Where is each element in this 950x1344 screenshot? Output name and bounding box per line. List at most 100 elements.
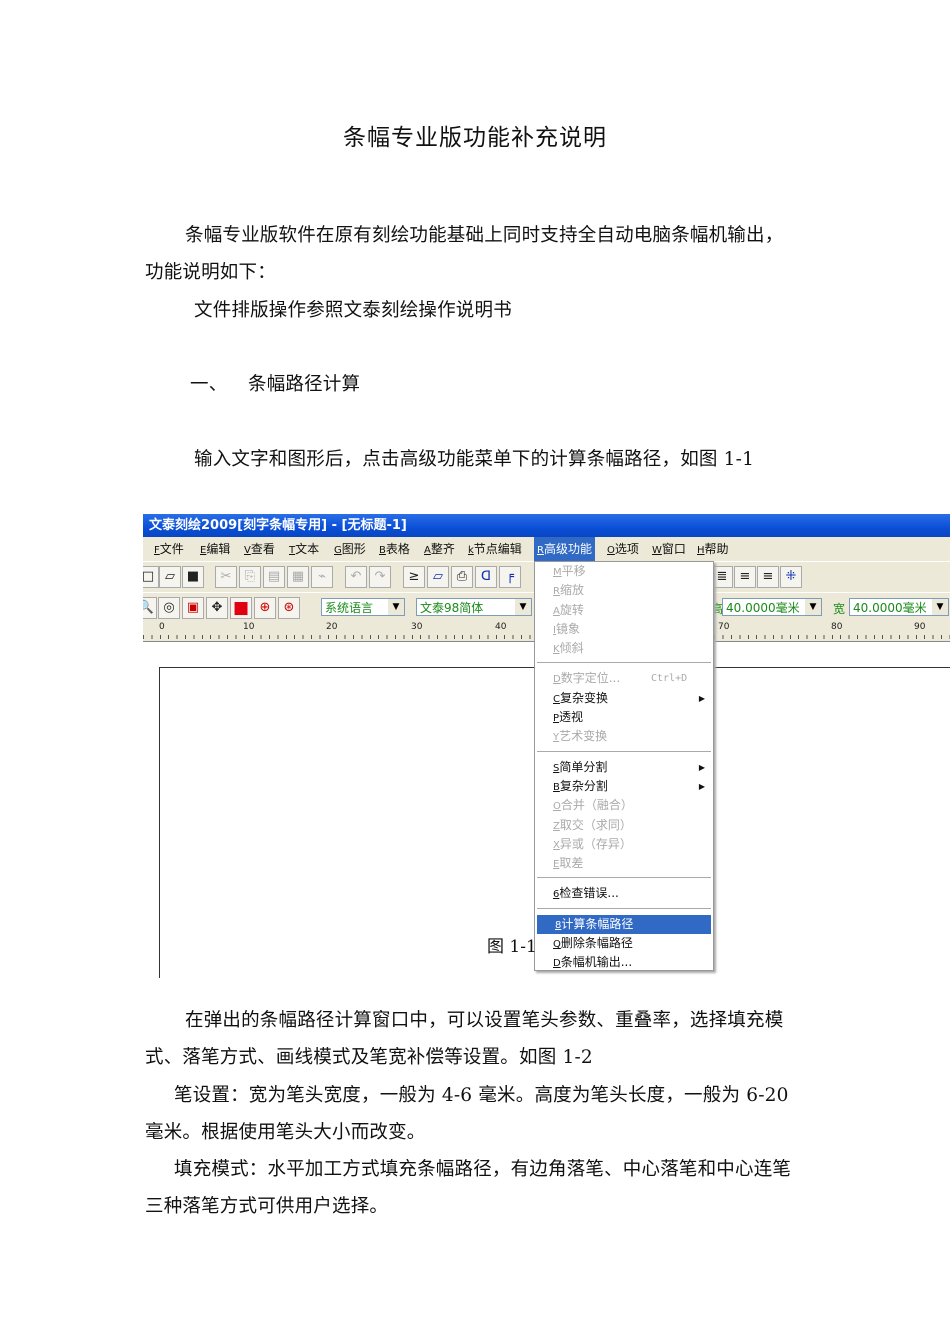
copy-icon[interactable]: ⎘	[239, 566, 261, 588]
dropdown-item[interactable]: P透视	[535, 708, 713, 727]
dropdown-item[interactable]: K倾斜	[535, 639, 713, 658]
dropdown-item[interactable]: I镜象	[535, 620, 713, 639]
menu-mnemonic: D	[553, 674, 561, 686]
font-select[interactable]: 文泰98简体 ▼	[416, 598, 532, 616]
height-input[interactable]: 40.0000毫米 ▼	[722, 598, 822, 616]
dropdown-item[interactable]: X异或（存异）	[535, 835, 713, 854]
menu-7[interactable]: k节点编辑	[465, 537, 525, 563]
paste-icon[interactable]: ▤	[263, 566, 285, 588]
paste-special-icon[interactable]: ▦	[287, 566, 309, 588]
menu-item-label: 倾斜	[559, 641, 584, 656]
menu-label: 文件	[159, 542, 184, 556]
dropdown-item[interactable]: S简单分割 ▶	[535, 758, 713, 777]
dropdown-item[interactable]: Y艺术变换	[535, 727, 713, 746]
menu-label: 帮助	[704, 542, 729, 556]
menu-item-label: 平移	[561, 564, 586, 578]
paragraph-line: 在弹出的条幅路径计算窗口中，可以设置笔头参数、重叠率，选择填充模	[185, 1010, 784, 1031]
paragraph-line: 功能说明如下：	[145, 262, 276, 283]
menu-mnemonic: O	[607, 545, 615, 556]
menu-1[interactable]: E编辑	[197, 537, 233, 563]
menu-6[interactable]: A整齐	[421, 537, 458, 563]
dropdown-item[interactable]: Z取交（求同）	[535, 816, 713, 835]
dropdown-item[interactable]: D条幅机输出...	[535, 953, 713, 972]
width-input[interactable]: 40.0000毫米 ▼	[849, 598, 949, 616]
print-preview-icon[interactable]: ᗡ	[475, 566, 497, 588]
submenu-arrow-icon: ▶	[698, 781, 705, 791]
dropdown-item[interactable]: R缩放	[535, 581, 713, 600]
italic-frame-icon[interactable]: ▱	[427, 566, 449, 588]
save-icon[interactable]: ■	[182, 566, 204, 588]
zoom-all-icon[interactable]: ⊛	[278, 597, 300, 619]
menu-item-label: 旋转	[559, 602, 584, 617]
menu-2[interactable]: V查看	[241, 537, 278, 563]
menu-4[interactable]: G图形	[331, 537, 369, 563]
align-right-icon[interactable]: ≡	[757, 566, 779, 588]
dropdown-item[interactable]: Q删除条幅路径	[535, 934, 713, 953]
menu-separator	[537, 907, 711, 910]
spacing-icon[interactable]: ⁜	[780, 566, 802, 588]
submenu-arrow-icon: ▶	[698, 762, 705, 772]
menu-3[interactable]: T文本	[286, 537, 322, 563]
menu-label: 表格	[385, 542, 410, 556]
menu-mnemonic: C	[553, 693, 560, 705]
zoom-select-icon[interactable]: ▣	[182, 597, 204, 619]
menu-item-label: 数字定位...	[560, 671, 621, 686]
paragraph-line: 条幅专业版软件在原有刻绘功能基础上同时支持全自动电脑条幅机输出，	[185, 225, 784, 246]
menu-mnemonic: W	[652, 545, 662, 556]
menu-11[interactable]: H帮助	[694, 537, 732, 563]
menu-mnemonic: A	[553, 605, 560, 617]
zoom-out-icon[interactable]: ◎	[158, 597, 180, 619]
ruler-label: 20	[326, 622, 338, 632]
send-icon[interactable]: ≥	[403, 566, 425, 588]
paragraph-line: 笔设置：宽为笔头宽度，一般为 4-6 毫米。高度为笔头长度，一般为 6-20	[174, 1085, 789, 1106]
cut-icon[interactable]: ✂	[215, 566, 237, 588]
language-select[interactable]: 系统语言 ▼	[321, 598, 405, 616]
print-icon[interactable]: ⎙	[451, 566, 473, 588]
chevron-down-icon: ▼	[388, 599, 404, 615]
frame-icon[interactable]: ╒	[499, 566, 521, 588]
menu-separator	[537, 877, 711, 879]
menu-mnemonic: X	[553, 839, 560, 851]
align-justify-icon[interactable]: ≣	[711, 566, 733, 588]
advanced-functions-menu: M平移 R缩放 A旋转 I镜象 K倾斜 D数字定位... Ctrl+D C复杂变换 ▶ P透视 Y艺…	[534, 561, 714, 971]
zoom-in-icon[interactable]: ⊕	[254, 597, 276, 619]
link-icon[interactable]: ⌁	[311, 566, 333, 588]
menu-8[interactable]: R高级功能	[534, 537, 595, 563]
undo-icon[interactable]: ↶	[345, 566, 367, 588]
menu-mnemonic: D	[553, 958, 561, 970]
menu-separator	[537, 662, 711, 664]
paragraph-line: 三种落笔方式可供用户选择。	[145, 1196, 389, 1217]
menu-item-label: 艺术变换	[559, 729, 608, 744]
dropdown-item[interactable]: A旋转	[535, 601, 713, 620]
dropdown-item[interactable]: O合并（融合）	[535, 796, 713, 815]
menu-label: 整齐	[430, 542, 455, 556]
dropdown-item[interactable]: M平移	[535, 562, 713, 581]
menu-label: 选项	[614, 542, 639, 556]
menu-mnemonic: O	[553, 801, 561, 813]
menu-mnemonic: R	[553, 586, 560, 598]
new-file-icon[interactable]: □	[143, 566, 159, 588]
menu-10[interactable]: W窗口	[649, 537, 689, 563]
shortcut: Ctrl+D	[651, 673, 688, 685]
dropdown-item[interactable]: D数字定位... Ctrl+D	[535, 669, 713, 688]
dropdown-item[interactable]: C复杂变换 ▶	[535, 689, 713, 708]
dropdown-item[interactable]: 8计算条幅路径	[537, 914, 711, 935]
paragraph-line: 填充模式：水平加工方式填充条幅路径，有边角落笔、中心落笔和中心连笔	[174, 1159, 792, 1180]
redo-icon[interactable]: ↷	[369, 566, 391, 588]
menu-label: 文本	[295, 542, 320, 556]
menu-9[interactable]: O选项	[604, 537, 642, 563]
zoom-icon[interactable]: 🔍	[143, 597, 157, 619]
dropdown-item[interactable]: 6检查错误...	[535, 884, 713, 903]
dropdown-item[interactable]: E取差	[535, 854, 713, 873]
menu-label: 查看	[250, 542, 275, 556]
menu-item-label: 异或（存异）	[559, 836, 632, 851]
dropdown-item[interactable]: B复杂分割 ▶	[535, 777, 713, 796]
menu-0[interactable]: F文件	[151, 537, 187, 563]
open-folder-icon[interactable]: ▱	[159, 566, 181, 588]
menu-mnemonic: G	[334, 545, 342, 556]
menu-5[interactable]: B表格	[376, 537, 413, 563]
font-value: 文泰98简体	[420, 601, 484, 615]
color-fill-icon[interactable]: ■	[230, 597, 252, 619]
pan-icon[interactable]: ✥	[206, 597, 228, 619]
align-center-icon[interactable]: ≡	[734, 566, 756, 588]
